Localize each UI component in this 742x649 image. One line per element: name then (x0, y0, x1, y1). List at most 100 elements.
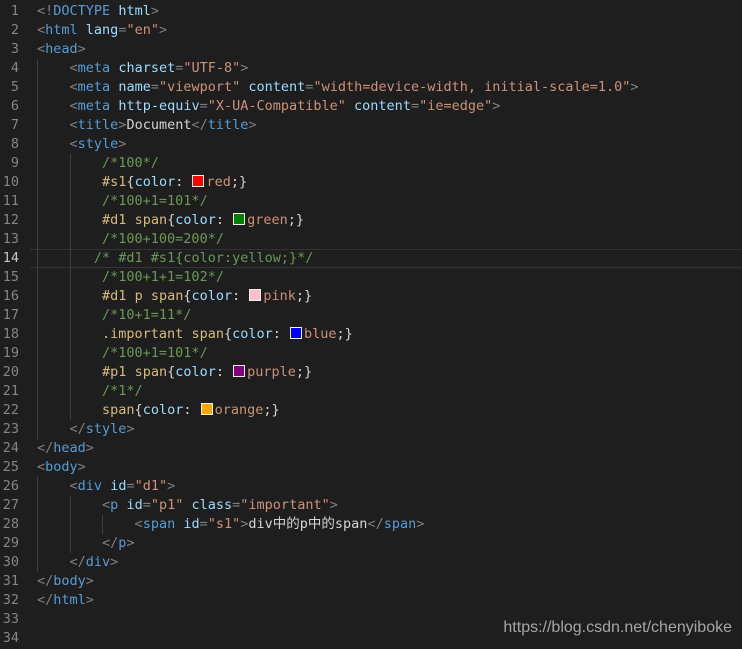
code-line-29[interactable]: 29 </p> (0, 534, 742, 553)
code-line-17[interactable]: 17 /*10+1=11*/ (0, 306, 742, 325)
code-line-content: <html lang="en"> (37, 21, 742, 40)
code-line-content: <meta name="viewport" content="width=dev… (37, 78, 742, 97)
code-line-25[interactable]: 25 <body> (0, 458, 742, 477)
gutter-gap (19, 439, 37, 458)
code-token: name (118, 79, 151, 95)
code-line-32[interactable]: 32 </html> (0, 591, 742, 610)
code-line-content: .important span{color: blue;} (37, 325, 742, 344)
code-token: #s1 (102, 174, 127, 190)
code-token: < (69, 478, 78, 494)
code-line-3[interactable]: 3 <head> (0, 40, 742, 59)
code-line-28[interactable]: 28 <span id="s1">div中的p中的span</span> (0, 515, 742, 534)
code-token: pink (263, 288, 296, 304)
color-swatch[interactable] (290, 327, 303, 339)
code-line-23[interactable]: 23 </style> (0, 420, 742, 439)
code-editor[interactable]: 1 <!DOCTYPE html> 2 <html lang="en"> 3 <head>… (0, 0, 742, 649)
code-line-15[interactable]: 15 /*100+1+1=102*/ (0, 268, 742, 287)
code-line-7[interactable]: 7 <title>Document</title> (0, 116, 742, 135)
code-line-19[interactable]: 19 /*100+1=101*/ (0, 344, 742, 363)
code-line-5[interactable]: 5 <meta name="viewport" content="width=d… (0, 78, 742, 97)
gutter-gap (19, 344, 37, 363)
line-number: 17 (2, 307, 19, 323)
code-line-22[interactable]: 22 span{color: orange;} (0, 401, 742, 420)
code-token: span (102, 402, 135, 418)
code-token: "width=device-width, initial-scale=1.0" (313, 79, 631, 95)
gutter-gap (19, 21, 37, 40)
code-line-content: <div id="d1"> (37, 477, 742, 496)
code-token: > (77, 41, 86, 57)
code-token: < (37, 459, 46, 475)
code-token: span (150, 288, 184, 304)
code-token: #p1 (102, 364, 127, 380)
gutter-gap (19, 192, 37, 211)
code-token: /* #d1 #s1{color:yellow;}*/ (93, 250, 314, 266)
code-line-27[interactable]: 27 <p id="p1" class="important"> (0, 496, 742, 515)
code-line-4[interactable]: 4 <meta charset="UTF-8"> (0, 59, 742, 78)
code-token: > (158, 22, 168, 38)
code-line-31[interactable]: 31 </body> (0, 572, 742, 591)
code-token: </ (102, 535, 119, 551)
code-line-30[interactable]: 30 </div> (0, 553, 742, 572)
indent-guide (37, 116, 38, 135)
indent-guide (69, 363, 71, 382)
code-token: > (85, 440, 94, 456)
indent-guide (37, 363, 38, 382)
color-swatch[interactable] (249, 289, 262, 301)
code-line-26[interactable]: 26 <div id="d1"> (0, 477, 742, 496)
gutter-gap (19, 249, 37, 268)
code-line-14[interactable]: 14 /* #d1 #s1{color:yellow;}*/ (0, 249, 742, 268)
code-line-16[interactable]: 16 #d1 p span{color: pink;} (0, 287, 742, 306)
code-token: div中的p中的span (248, 516, 368, 532)
code-token: </ (367, 516, 384, 532)
code-line-content: /*100+1=101*/ (37, 192, 742, 211)
line-number: 1 (10, 3, 19, 19)
color-swatch[interactable] (233, 213, 246, 225)
code-token: /*100+1=101*/ (102, 193, 208, 209)
code-line-24[interactable]: 24 </head> (0, 439, 742, 458)
code-line-11[interactable]: 11 /*100+1=101*/ (0, 192, 742, 211)
color-swatch[interactable] (233, 365, 246, 377)
code-token: content (354, 98, 411, 114)
code-token: p (134, 288, 143, 304)
indent-guide (37, 173, 38, 192)
code-line-8[interactable]: 8 <style> (0, 135, 742, 154)
code-line-12[interactable]: 12 #d1 span{color: green;} (0, 211, 742, 230)
code-token: span (134, 364, 168, 380)
code-token: meta (77, 79, 111, 95)
code-line-13[interactable]: 13 /*100+100=200*/ (0, 230, 742, 249)
code-line-content: /*100+1=101*/ (37, 344, 742, 363)
line-number: 11 (2, 193, 19, 209)
code-line-10[interactable]: 10 #s1{color: red;} (0, 173, 742, 192)
indent-guide (69, 401, 71, 420)
code-line-20[interactable]: 20 #p1 span{color: purple;} (0, 363, 742, 382)
indent-guide (102, 515, 104, 534)
color-swatch[interactable] (200, 403, 213, 415)
code-token: { (167, 364, 176, 380)
gutter-gap (19, 496, 37, 515)
code-line-18[interactable]: 18 .important span{color: blue;} (0, 325, 742, 344)
indent-guide (37, 515, 38, 534)
indent-guide (69, 249, 71, 268)
code-token: http-equiv (118, 98, 200, 114)
code-token: { (183, 288, 192, 304)
line-number: 26 (2, 478, 19, 494)
code-line-content: #d1 span{color: green;} (37, 211, 742, 230)
code-line-content: <body> (37, 458, 742, 477)
code-token: body (45, 459, 78, 475)
code-line-6[interactable]: 6 <meta http-equiv="X-UA-Compatible" con… (0, 97, 742, 116)
code-line-2[interactable]: 2 <html lang="en"> (0, 21, 742, 40)
code-line-1[interactable]: 1 <!DOCTYPE html> (0, 2, 742, 21)
code-token: meta (77, 60, 111, 76)
code-line-content: <head> (37, 40, 742, 59)
line-number: 27 (2, 497, 19, 513)
code-token: : (183, 402, 200, 418)
code-token: Document (126, 117, 192, 133)
gutter-gap (19, 230, 37, 249)
color-swatch[interactable] (192, 175, 205, 187)
code-line-21[interactable]: 21 /*1*/ (0, 382, 742, 401)
code-line-9[interactable]: 9 /*100*/ (0, 154, 742, 173)
